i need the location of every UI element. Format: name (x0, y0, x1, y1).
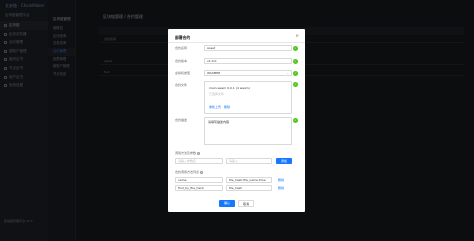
modal-title: 部署合约 (175, 35, 191, 40)
check-icon: ✓ (293, 45, 298, 51)
vm-type-select[interactable]: WASMER ⌄ (204, 70, 292, 76)
cancel-button[interactable]: 取消 (238, 200, 254, 207)
remove-file-link[interactable]: 删除 (224, 105, 230, 109)
vm-type-value: WASMER (207, 71, 221, 75)
check-icon: ✓ (293, 70, 298, 76)
description-text: 请填写描述内容 (208, 120, 230, 124)
method-params-label: 调用方法及参数 (175, 151, 197, 155)
confirm-button[interactable]: 确认 (219, 200, 235, 207)
param-value-input[interactable]: 请输入 (226, 158, 272, 164)
reupload-link[interactable]: 重新上传 (209, 105, 221, 109)
check-icon: ✓ (293, 117, 298, 123)
check-icon: ✓ (293, 58, 298, 64)
check-icon: ✓ (293, 82, 298, 87)
method-params-field[interactable]: file_hash,file_name,time (226, 177, 272, 183)
method-list-section: 合约调用方法列表 i (175, 170, 204, 174)
contract-name-input[interactable]: Asset (204, 45, 292, 51)
delete-method-link[interactable]: 删除 (278, 178, 284, 182)
info-icon: i (197, 151, 201, 155)
method-params-field[interactable]: file_hash (226, 185, 272, 191)
add-param-button[interactable]: 添加 (276, 158, 292, 164)
delete-method-link[interactable]: 删除 (278, 186, 284, 190)
deploy-contract-modal: 部署合约 × 合约名称 Asset ✓ 合约版本 v1.0.0 ✓ 虚拟机类型 … (168, 29, 305, 212)
vm-type-label: 虚拟机类型 (175, 71, 191, 75)
method-list-label: 合约调用方法列表 (175, 170, 200, 174)
contract-description-textarea[interactable]: 请填写描述内容 (204, 117, 292, 145)
contract-file-label: 合约文件 (175, 83, 188, 87)
close-icon[interactable]: × (295, 34, 299, 39)
method-params-section: 调用方法及参数 i (175, 151, 201, 155)
contract-name-label: 合约名称 (175, 46, 188, 50)
file-placeholder: 已选择文件 (209, 92, 225, 96)
contract-version-label: 合约版本 (175, 59, 188, 63)
contract-version-input[interactable]: v1.0.0 (204, 58, 292, 64)
chevron-down-icon: ⌄ (286, 71, 289, 75)
method-name-field[interactable]: find_by_file_hash (175, 185, 223, 191)
contract-file-upload[interactable]: main.wasm 0.0.1 (4 wasm) 已选择文件 重新上传 删除 (204, 81, 292, 114)
divider (168, 42, 305, 43)
info-icon: i (200, 170, 204, 174)
uploaded-file-name: main.wasm 0.0.1 (4 wasm) (209, 86, 250, 90)
param-key-input[interactable]: 请输入参数名 (175, 158, 223, 164)
method-name-field[interactable]: name (175, 177, 223, 183)
contract-description-label: 合约描述 (175, 118, 188, 122)
